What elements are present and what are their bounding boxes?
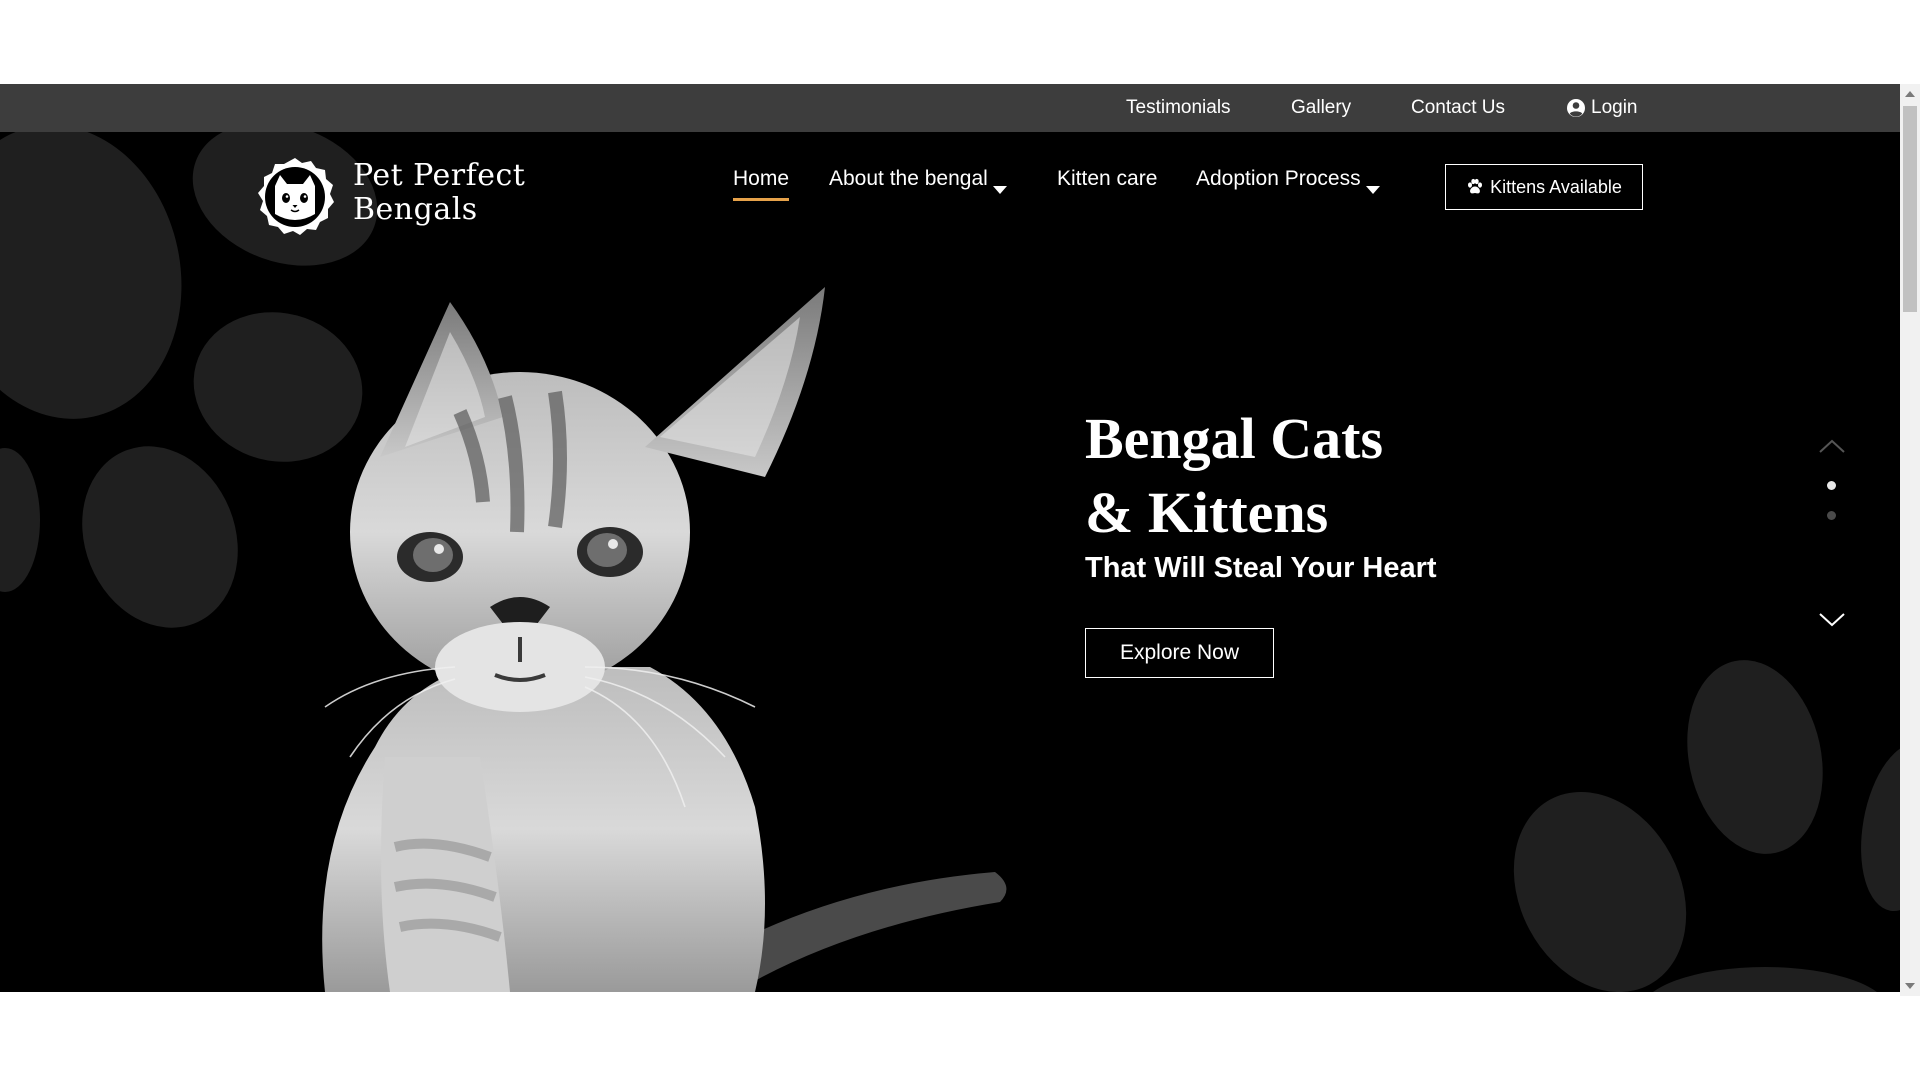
chevron-down-icon[interactable] <box>993 186 1007 194</box>
nav-home[interactable]: Home <box>733 163 790 201</box>
hero-subtitle: That Will Steal Your Heart <box>1085 552 1437 584</box>
user-circle-icon[interactable] <box>1566 98 1586 118</box>
hero-title: Bengal Cats & Kittens <box>1085 402 1383 550</box>
scroll-up-arrow-icon[interactable] <box>1905 91 1915 97</box>
chevron-down-icon[interactable] <box>1818 612 1846 628</box>
chevron-down-icon[interactable] <box>1366 186 1380 194</box>
kittens-available-button[interactable]: Kittens Available <box>1445 164 1643 210</box>
top-utility-bar: Testimonials Gallery Contact Us Login <box>0 84 1900 132</box>
gallery-link[interactable]: Gallery <box>1291 84 1351 132</box>
scrollbar-thumb[interactable] <box>1903 106 1917 312</box>
paw-icon <box>1468 178 1483 194</box>
kittens-available-label: Kittens Available <box>1490 176 1622 197</box>
chevron-up-icon[interactable] <box>1818 438 1846 454</box>
explore-now-button[interactable]: Explore Now <box>1085 628 1274 678</box>
scroll-down-arrow-icon[interactable] <box>1905 983 1915 989</box>
hero-section: Pet Perfect Bengals Home About the benga… <box>0 132 1900 992</box>
nav-kitten-care[interactable]: Kitten care <box>1057 163 1157 195</box>
hero-title-line2: & Kittens <box>1085 480 1329 545</box>
login-link[interactable]: Login <box>1591 84 1638 132</box>
nav-adoption-process[interactable]: Adoption Process <box>1196 163 1361 195</box>
hero-title-line1: Bengal Cats <box>1085 406 1384 471</box>
contact-us-link[interactable]: Contact Us <box>1411 84 1505 132</box>
cat-face-icon[interactable] <box>254 156 336 238</box>
testimonials-link[interactable]: Testimonials <box>1126 84 1231 132</box>
slide-dot-2[interactable] <box>1827 511 1836 520</box>
browser-viewport: Testimonials Gallery Contact Us Login Pe… <box>0 84 1920 996</box>
nav-about-the-bengal[interactable]: About the bengal <box>829 163 988 195</box>
slide-dot-1[interactable] <box>1827 481 1836 490</box>
kitten-photo <box>322 287 1007 992</box>
logo-text-line1[interactable]: Pet Perfect <box>353 158 525 193</box>
vertical-scrollbar[interactable] <box>1900 84 1920 996</box>
logo-text-line2[interactable]: Bengals <box>353 192 478 227</box>
